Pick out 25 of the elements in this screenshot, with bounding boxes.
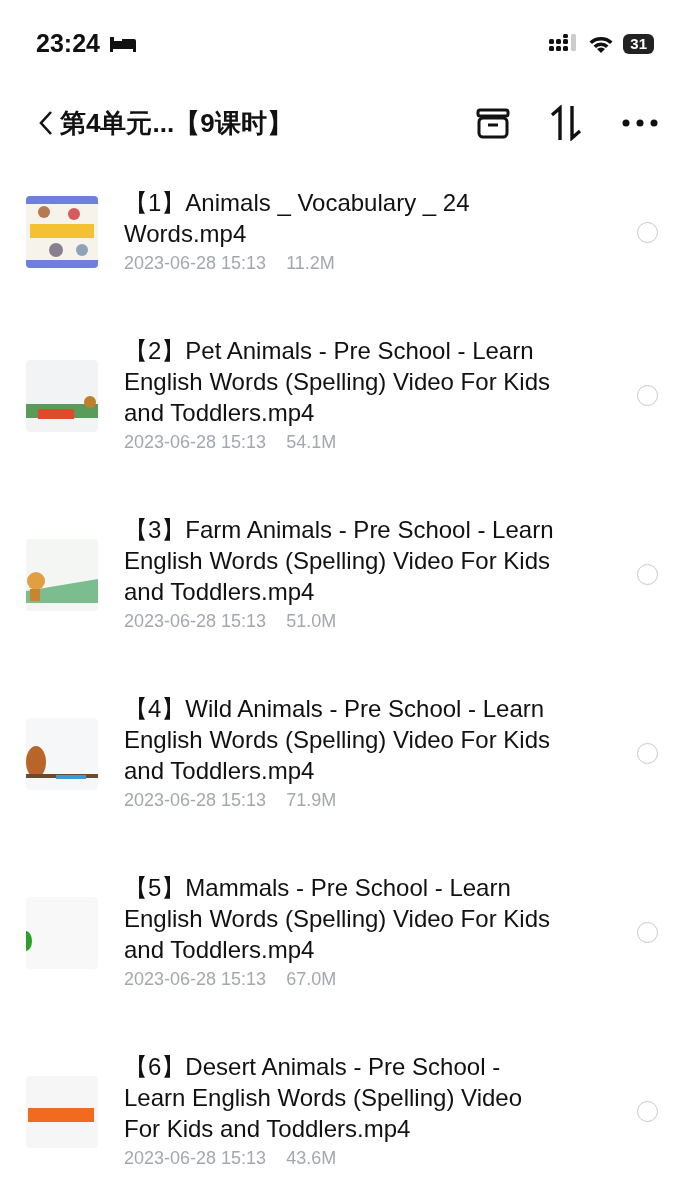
file-name: 【4】Wild Animals - Pre School - Learn English Words (Spelling) Video For Kids and Toddlers.mp4 — [124, 694, 551, 786]
clock-time: 23:24 — [36, 28, 100, 60]
bed-icon — [107, 35, 138, 53]
battery-level: 31 — [623, 34, 654, 54]
file-name: 【2】Pet Animals - Pre School - Learn English Words (Spelling) Video For Kids and Toddlers.mp4 — [124, 336, 551, 428]
file-size: 67.0M — [286, 968, 337, 991]
file-name: 【1】Animals _ Vocabulary _ 24 Words.mp4 — [124, 188, 471, 249]
sort-icon[interactable] — [548, 105, 584, 141]
file-size: 43.6M — [286, 1147, 337, 1170]
more-icon[interactable] — [622, 119, 658, 127]
file-size: 11.2M — [286, 252, 335, 275]
folder-title: 第4单元...【9课时】 — [60, 106, 293, 140]
file-date: 2023-06-28 15:13 — [124, 431, 267, 454]
file-date: 2023-06-28 15:13 — [124, 789, 267, 812]
file-size: 71.9M — [286, 789, 337, 812]
file-size: 54.1M — [286, 431, 337, 454]
file-date: 2023-06-28 15:13 — [124, 1147, 267, 1170]
file-name: 【5】Mammals - Pre School - Learn English Words (Spelling) Video For Kids and Toddlers.mp4 — [124, 873, 551, 965]
file-size: 51.0M — [286, 610, 337, 633]
file-name: 【6】Desert Animals - Pre School - Learn English Words (Spelling) Video For Kids and Toddlers.mp4 — [124, 1052, 523, 1144]
file-date: 2023-06-28 15:13 — [124, 252, 267, 275]
box-icon[interactable] — [476, 107, 510, 139]
file-date: 2023-06-28 15:13 — [124, 610, 267, 633]
file-date: 2023-06-28 15:13 — [124, 968, 267, 991]
file-name: 【3】Farm Animals - Pre School - Learn English Words (Spelling) Video For Kids and Toddlers.mp4 — [124, 515, 555, 607]
